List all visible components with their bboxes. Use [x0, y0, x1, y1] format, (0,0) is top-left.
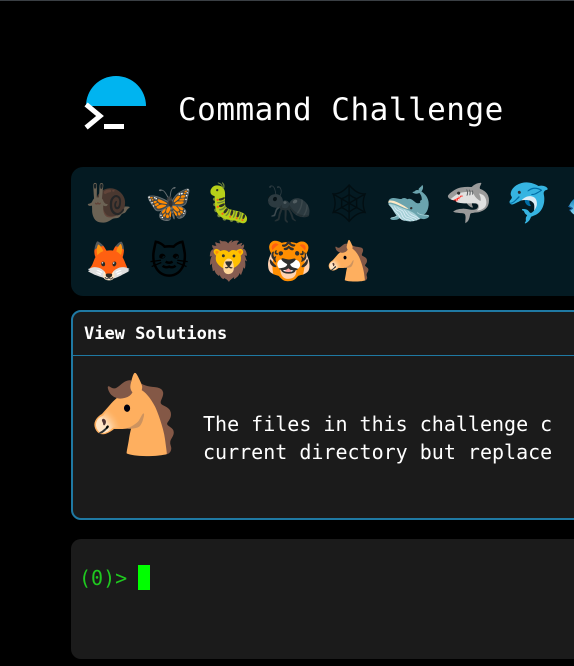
terminal-line: (0)> — [79, 565, 151, 590]
animal-whale-icon[interactable]: 🐋 — [379, 175, 439, 231]
animal-tiger-icon[interactable]: 🐯 — [259, 233, 319, 289]
challenge-description: The files in this challenge c current di… — [203, 412, 553, 464]
header: Command Challenge — [80, 74, 504, 138]
animal-lion-icon[interactable]: 🦁 — [199, 233, 259, 289]
animal-bug-icon[interactable]: 🐛 — [199, 175, 259, 231]
page: Command Challenge 🐌🦋🐛🐜🕸🐋🦈🐬🐟 🦊🐱🦁🐯🐴 View S… — [0, 0, 574, 666]
challenge-progress-strip: 🐌🦋🐛🐜🕸🐋🦈🐬🐟 🦊🐱🦁🐯🐴 — [71, 167, 574, 296]
animal-cat-icon[interactable]: 🐱 — [139, 233, 199, 289]
animal-horse-icon[interactable]: 🐴 — [319, 233, 379, 289]
terminal-prompt: (0)> — [79, 565, 128, 590]
terminal[interactable]: (0)> — [71, 539, 574, 659]
horse-icon: 🐴 — [87, 370, 182, 459]
animal-dolphin-icon[interactable]: 🐬 — [499, 175, 559, 231]
animal-butterfly-icon[interactable]: 🦋 — [139, 175, 199, 231]
page-title: Command Challenge — [178, 92, 504, 128]
terminal-prompt-icon — [84, 102, 124, 130]
top-border — [0, 0, 574, 1]
terminal-cursor[interactable] — [138, 565, 151, 590]
animal-row-1: 🐌🦋🐛🐜🕸🐋🦈🐬🐟 — [79, 175, 574, 231]
animal-fish-icon[interactable]: 🐟 — [559, 175, 574, 231]
solutions-panel: View Solutions 🐴 The files in this chall… — [71, 310, 574, 520]
animal-spider-web-icon[interactable]: 🕸 — [319, 175, 379, 231]
animal-ant-icon[interactable]: 🐜 — [259, 175, 319, 231]
animal-shark-icon[interactable]: 🦈 — [439, 175, 499, 231]
animal-fox-icon[interactable]: 🦊 — [79, 233, 139, 289]
logo — [80, 74, 148, 138]
animal-snail-icon[interactable]: 🐌 — [79, 175, 139, 231]
animal-row-2: 🦊 🐱 🦁 🐯 🐴 — [79, 233, 379, 289]
view-solutions-button[interactable]: View Solutions — [73, 312, 574, 356]
